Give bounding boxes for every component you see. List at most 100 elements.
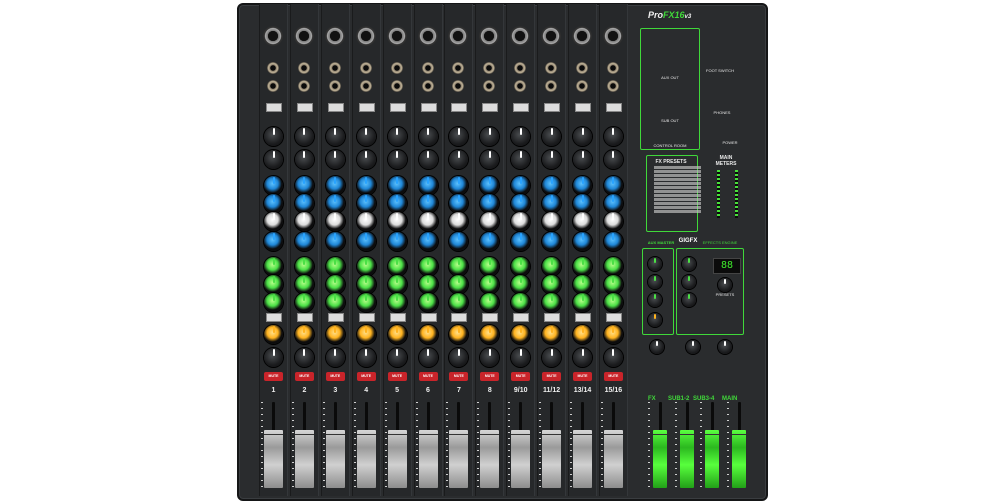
fx-send-knob[interactable] [325,325,345,344]
line-input-jack[interactable] [390,62,403,74]
gain-knob[interactable] [325,127,345,146]
aux-2-knob[interactable] [264,275,283,294]
eq-high-knob[interactable] [356,176,376,195]
channel-fader[interactable] [603,430,623,488]
eq-freq-knob[interactable] [603,212,623,231]
pre-post-switch[interactable] [451,313,468,322]
eq-low-knob[interactable] [356,232,376,251]
eq-low-knob[interactable] [294,232,314,251]
mute-button[interactable]: MUTE [264,372,283,381]
eq-low-knob[interactable] [603,232,623,251]
aux-3-knob[interactable] [294,293,314,312]
channel-fader[interactable] [294,430,314,488]
xlr-input-jack[interactable] [293,26,314,46]
comp-knob[interactable] [418,150,438,169]
eq-low-knob[interactable] [387,232,407,251]
eq-mid-knob[interactable] [603,194,623,213]
xlr-input-jack[interactable] [263,26,283,46]
pre-post-switch[interactable] [296,313,313,322]
eq-low-knob[interactable] [264,232,283,251]
fx-send-knob[interactable] [264,325,283,344]
line-input-jack[interactable] [545,62,558,74]
eq-high-knob[interactable] [542,176,562,195]
line-input-jack[interactable] [359,80,372,92]
channel-fader[interactable] [542,430,562,488]
eq-freq-knob[interactable] [573,212,592,231]
comp-knob[interactable] [325,150,345,169]
xlr-input-jack[interactable] [541,26,562,46]
pre-post-switch[interactable] [389,313,406,322]
aux-3-knob[interactable] [356,293,376,312]
eq-high-knob[interactable] [294,176,314,195]
pan-knob[interactable] [603,348,623,367]
aux-3-knob[interactable] [264,293,283,312]
line-input-jack[interactable] [297,80,310,92]
eq-mid-knob[interactable] [356,194,376,213]
aux-2-knob[interactable] [356,275,376,294]
line-input-jack[interactable] [328,62,341,74]
line-input-jack[interactable] [421,62,434,74]
eq-mid-knob[interactable] [573,194,592,213]
aux-3-knob[interactable] [603,293,623,312]
bus-fader[interactable] [705,430,719,488]
mute-button[interactable]: MUTE [480,372,500,381]
fx-send-knob[interactable] [603,325,623,344]
pan-knob[interactable] [418,348,438,367]
line-input-jack[interactable] [267,80,279,92]
mute-button[interactable]: MUTE [603,372,623,381]
aux-1-knob[interactable] [325,257,345,276]
xlr-input-jack[interactable] [386,26,407,46]
line-input-jack[interactable] [267,62,279,74]
gain-knob[interactable] [603,127,623,146]
aux-2-knob[interactable] [325,275,345,294]
aux-1-knob[interactable] [542,257,562,276]
xlr-input-jack[interactable] [417,26,438,46]
eq-high-knob[interactable] [325,176,345,195]
eq-low-knob[interactable] [573,232,592,251]
line-input-jack[interactable] [390,80,403,92]
mute-button[interactable]: MUTE [356,372,376,381]
aux-2-knob[interactable] [542,275,562,294]
comp-knob[interactable] [356,150,376,169]
gain-knob[interactable] [264,127,283,146]
channel-fader[interactable] [511,430,531,488]
input-switch[interactable] [513,103,530,112]
pan-knob[interactable] [264,348,283,367]
input-switch[interactable] [296,103,313,112]
xlr-input-jack[interactable] [355,26,376,46]
eq-high-knob[interactable] [387,176,407,195]
eq-low-knob[interactable] [325,232,345,251]
channel-fader[interactable] [264,430,283,488]
input-switch[interactable] [389,103,406,112]
aux-1-knob[interactable] [294,257,314,276]
eq-mid-knob[interactable] [264,194,283,213]
pan-knob[interactable] [294,348,314,367]
aux-3-knob[interactable] [542,293,562,312]
pre-post-switch[interactable] [513,313,530,322]
eq-low-knob[interactable] [542,232,562,251]
comp-knob[interactable] [542,150,562,169]
line-input-jack[interactable] [297,62,310,74]
aux-1-knob[interactable] [356,257,376,276]
comp-knob[interactable] [294,150,314,169]
aux-2-knob[interactable] [603,275,623,294]
line-input-jack[interactable] [606,80,619,92]
bus-fader[interactable] [732,430,746,488]
fx-send-knob[interactable] [418,325,438,344]
line-input-jack[interactable] [576,62,588,74]
pre-post-switch[interactable] [327,313,344,322]
pre-post-switch[interactable] [575,313,591,322]
fx-send-knob[interactable] [356,325,376,344]
pre-post-switch[interactable] [605,313,622,322]
aux-1-knob[interactable] [418,257,438,276]
aux-2-knob[interactable] [573,275,592,294]
eq-mid-knob[interactable] [542,194,562,213]
input-switch[interactable] [575,103,591,112]
eq-freq-knob[interactable] [325,212,345,231]
aux-1-knob[interactable] [573,257,592,276]
line-input-jack[interactable] [606,62,619,74]
mute-button[interactable]: MUTE [387,372,407,381]
eq-mid-knob[interactable] [387,194,407,213]
channel-fader[interactable] [480,430,500,488]
eq-mid-knob[interactable] [325,194,345,213]
